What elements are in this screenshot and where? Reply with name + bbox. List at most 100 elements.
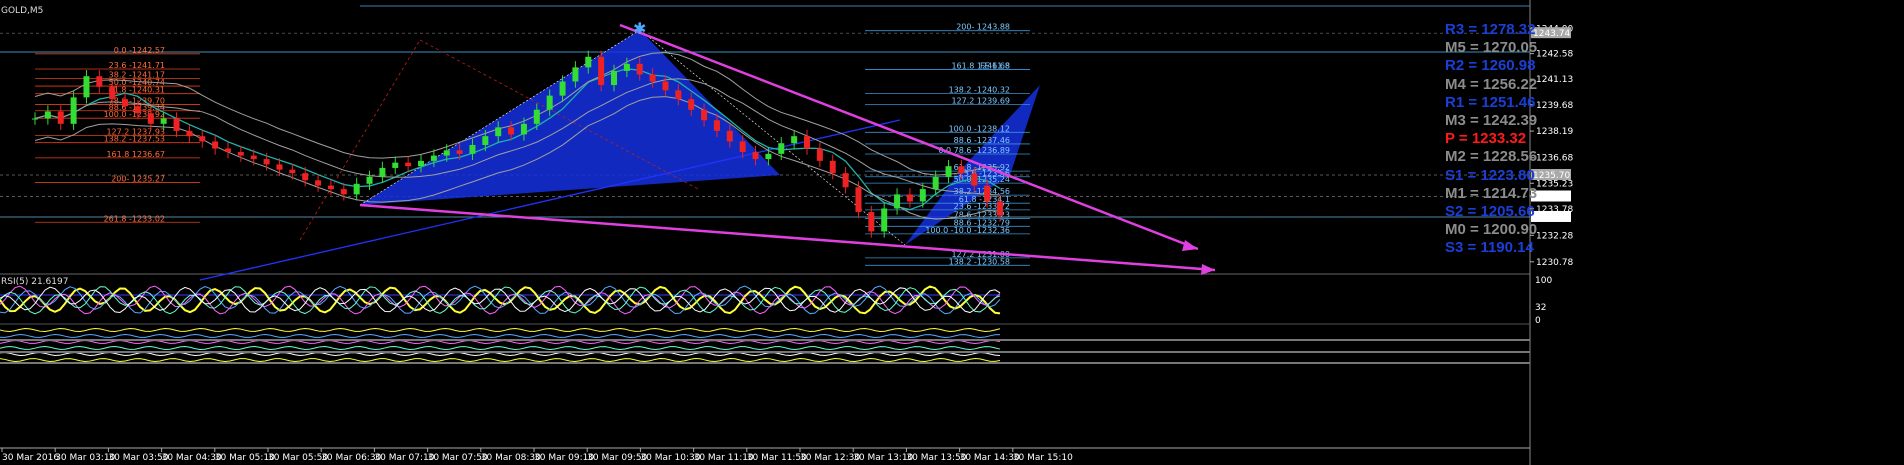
pivot-level: M4 = 1256.22 (1445, 75, 1538, 93)
candle-body (546, 95, 553, 110)
x-tick-label: 30 Mar 14:30 (960, 453, 1020, 463)
fib-label: 138.2 -1230.58 (949, 257, 1010, 266)
pivot-level: R1 = 1251.46 (1445, 93, 1536, 111)
candle-body (894, 194, 901, 209)
price-box-label: 1235.70 (1533, 171, 1570, 181)
candle-body (225, 148, 231, 153)
candle-body (418, 160, 424, 167)
pivot-level: S2 = 1205.66 (1445, 203, 1535, 220)
candle-body (443, 150, 450, 156)
x-tick-label: 30 Mar 07:10 (374, 453, 434, 463)
rsi-tick: 100 (1535, 276, 1552, 286)
x-tick-label: 30 Mar 04:30 (162, 453, 222, 463)
candle-body (778, 143, 785, 154)
y-tick-label: 1232.28 (1536, 231, 1573, 241)
candle-body (958, 166, 965, 174)
fib-label: 23.6 -1241.71 (109, 61, 165, 70)
candle-body (430, 155, 437, 161)
y-tick-label: 1242.58 (1536, 50, 1573, 60)
x-tick-label: 30 Mar 03:50 (108, 453, 168, 463)
x-tick-label: 30 Mar 07:50 (428, 453, 488, 463)
candle-body (559, 81, 566, 96)
x-tick-label: 30 Mar 03:10 (55, 453, 115, 463)
candle-body (855, 187, 862, 213)
x-tick-label: 30 Mar 15:10 (1013, 453, 1073, 463)
candle-body (482, 136, 489, 145)
candle-body (315, 180, 322, 186)
x-tick-label: 30 Mar 05:10 (215, 453, 275, 463)
candle-body (945, 166, 952, 177)
candle-body (842, 173, 849, 188)
candle-body (636, 63, 643, 75)
candle-body (456, 150, 463, 154)
candle-body (70, 97, 77, 124)
candle-body (379, 167, 386, 177)
candle-body (572, 67, 579, 82)
pivot-level: S3 = 1190.14 (1445, 239, 1534, 257)
rsi-tick: 32 (1535, 303, 1546, 313)
candle-body (160, 118, 167, 124)
candle-body (520, 123, 527, 135)
candle-body (881, 208, 888, 232)
candle-body (739, 141, 746, 153)
candle-body (340, 189, 347, 195)
candle-body (96, 76, 103, 87)
candle-body (122, 99, 129, 107)
candle-body (906, 194, 913, 202)
candle-body (997, 201, 1003, 216)
fib-label: 0.0 -1242.57 (114, 46, 165, 55)
pivot-level: R3 = 1278.32 (1445, 21, 1536, 38)
pivot-level: S1 = 1223.80 (1445, 166, 1535, 184)
candle-body (585, 56, 592, 68)
x-tick-label: 30 Mar 06:30 (321, 453, 381, 463)
x-tick-label: 30 Mar 08:30 (481, 453, 541, 463)
candle-body (984, 185, 991, 202)
x-tick-label: 30 Mar 13:50 (906, 453, 966, 463)
fib-label: 138.2 -1240.32 (949, 85, 1010, 94)
rsi-panel: 100 32 0 (0, 276, 1552, 364)
fib-label: 88.6 -1237.46 (954, 136, 1010, 145)
candle-body (32, 118, 38, 120)
candle-body (829, 160, 836, 174)
x-tick-label: 30 Mar 2016 (2, 453, 59, 463)
pivot-level: R2 = 1260.98 (1445, 57, 1536, 75)
price-box-label: 1234.48 (1533, 193, 1570, 203)
candle-body (250, 155, 257, 160)
fib-label: 200- 1235.27 (111, 175, 165, 184)
fib-label: 100.0 -1238.92 (104, 110, 165, 119)
grid-lines (0, 0, 1531, 465)
candle-body (508, 127, 515, 135)
fib-label: 100.0 -10.0 -1232.36 (925, 226, 1010, 235)
y-tick-label: 1236.68 (1536, 154, 1573, 164)
price-chart: 0.0 -1242.5723.6 -1241.7138.2 -1241.1750… (0, 0, 1573, 465)
time-axis: 30 Mar 201630 Mar 03:1030 Mar 03:5030 Ma… (0, 447, 1530, 463)
candle-body (598, 56, 605, 86)
candle-body (752, 152, 759, 160)
fib-label: 261.8 -1233.02 (104, 214, 165, 223)
x-tick-label: 30 Mar 09:50 (587, 453, 647, 463)
candle-body (765, 153, 772, 160)
chart-title: GOLD,M5 (1, 6, 44, 16)
candle-body (919, 189, 926, 202)
fib-label: 138.2 -1237.53 (104, 135, 165, 144)
pivot-level: M1 = 1214.73 (1445, 184, 1538, 202)
candle-body (276, 164, 283, 170)
x-tick-label: 30 Mar 09:10 (534, 453, 594, 463)
candle-body (392, 162, 399, 168)
y-tick-label: 1239.68 (1536, 101, 1573, 111)
price-box-label: 1233.32 (1533, 213, 1570, 223)
candle-body (147, 113, 154, 124)
fib-label: 161.8 1241.68 (951, 62, 1010, 71)
pivot-level: M5 = 1270.05 (1445, 39, 1538, 57)
candle-body (533, 109, 540, 124)
candle-body (726, 130, 733, 142)
x-tick-label: 30 Mar 12:30 (800, 453, 860, 463)
indicator-line (0, 333, 1001, 338)
candle-body (688, 99, 695, 110)
rsi-label: RSI(5) 21.6197 (1, 277, 69, 287)
candle-body (675, 90, 682, 100)
candle-body (302, 173, 309, 181)
candle-body (199, 136, 206, 142)
candle-body (611, 70, 617, 86)
candle-body (868, 212, 875, 232)
